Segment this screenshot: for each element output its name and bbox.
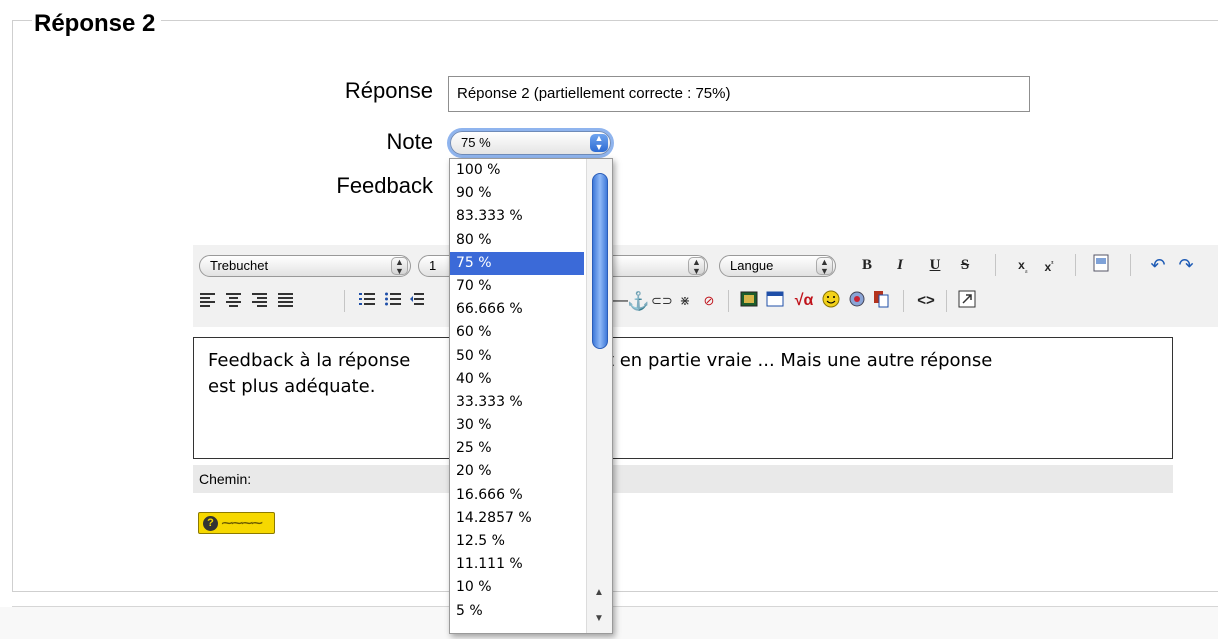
fullscreen-icon[interactable]: [958, 290, 978, 312]
select-arrows-icon: ▲ ▼: [816, 257, 833, 276]
toolbar-separator: [1075, 254, 1076, 276]
smiley-icon[interactable]: [822, 290, 842, 312]
path-label: Chemin:: [199, 471, 252, 487]
answer-label: Réponse: [344, 78, 433, 103]
redo-icon[interactable]: ↷: [1176, 254, 1196, 276]
image-icon[interactable]: [740, 290, 760, 312]
note-dropdown-list[interactable]: 100 % 90 % 83.333 % 80 % 75 % 70 % 66.666 % 60 …: [449, 158, 613, 634]
help-squiggle-icon: ⁓⁓⁓⁓: [221, 517, 263, 530]
scrollbar-thumb[interactable]: [592, 173, 608, 349]
subscript-icon[interactable]: x₂: [1014, 254, 1032, 276]
html-source-icon[interactable]: <>: [915, 290, 937, 312]
horizontal-rule-icon[interactable]: —: [612, 290, 628, 312]
editor-text-start: Feedback à la réponse: [208, 350, 411, 371]
select-arrows-icon: ▲ ▼: [688, 257, 705, 276]
feedback-label: Feedback: [336, 173, 433, 198]
answer-input[interactable]: Réponse 2 (partiellement correcte : 75%): [448, 76, 1030, 112]
align-right-icon[interactable]: [251, 290, 269, 312]
toolbar-separator: [946, 290, 947, 312]
dropdown-scrollbar[interactable]: ▲ ▼: [586, 159, 612, 633]
scroll-down-icon[interactable]: ▼: [594, 613, 604, 624]
font-family-select[interactable]: Trebuchet ▲ ▼: [199, 255, 411, 277]
scroll-up-icon[interactable]: ▲: [594, 587, 604, 598]
language-select[interactable]: Langue ▲ ▼: [719, 255, 836, 277]
note-select-value: 75 %: [461, 135, 491, 150]
table-icon[interactable]: [766, 290, 786, 312]
link-icon[interactable]: ⊂⊃: [651, 290, 673, 312]
toolbar-separator: [995, 254, 996, 276]
language-value: Langue: [730, 258, 774, 273]
select-arrows-icon: ▲ ▼: [391, 257, 408, 276]
anchor-icon[interactable]: ⚓: [627, 290, 649, 312]
select-arrows-icon: ▲ ▼: [590, 134, 608, 152]
font-size-value: 1: [429, 258, 437, 273]
toolbar-separator: [344, 290, 345, 312]
editor-path-bar: Chemin:: [193, 465, 1173, 493]
font-family-value: Trebuchet: [210, 258, 269, 273]
section-legend: Réponse 2: [32, 10, 162, 38]
help-icon: ?: [203, 516, 218, 532]
outdent-icon[interactable]: [410, 290, 424, 312]
math-icon[interactable]: √α: [792, 290, 816, 312]
paste-word-icon[interactable]: [872, 290, 892, 312]
underline-button[interactable]: U: [926, 254, 944, 276]
dropdown-option[interactable]: 75 %: [450, 251, 584, 275]
editor-text-line2: est plus adéquate.: [208, 376, 376, 397]
help-button[interactable]: ? ⁓⁓⁓⁓: [198, 512, 275, 534]
editor-text-end: se est en partie vraie ... Mais une autr…: [560, 350, 993, 371]
toolbar-separator: [903, 290, 904, 312]
strikethrough-button[interactable]: S: [956, 254, 974, 276]
note-label: Note: [386, 129, 433, 154]
nolink-icon[interactable]: ⊘: [699, 290, 719, 312]
align-center-icon[interactable]: [225, 290, 243, 312]
unlink-icon[interactable]: ⋇: [675, 290, 695, 312]
toolbar-separator: [728, 290, 729, 312]
superscript-icon[interactable]: x²: [1040, 254, 1058, 276]
undo-icon[interactable]: ↶: [1148, 254, 1168, 276]
italic-button[interactable]: I: [891, 254, 909, 276]
feedback-editor[interactable]: Feedback à la réponse se est en partie vr…: [193, 337, 1173, 459]
ordered-list-icon[interactable]: [358, 290, 378, 312]
clean-word-icon[interactable]: [1092, 254, 1114, 276]
align-left-icon[interactable]: [199, 290, 217, 312]
justify-icon[interactable]: [277, 290, 295, 312]
unordered-list-icon[interactable]: [384, 290, 404, 312]
note-select[interactable]: 75 % ▲ ▼: [450, 131, 611, 155]
bold-button[interactable]: B: [858, 254, 876, 276]
toolbar-separator: [1130, 254, 1131, 276]
search-replace-icon[interactable]: [848, 290, 868, 312]
